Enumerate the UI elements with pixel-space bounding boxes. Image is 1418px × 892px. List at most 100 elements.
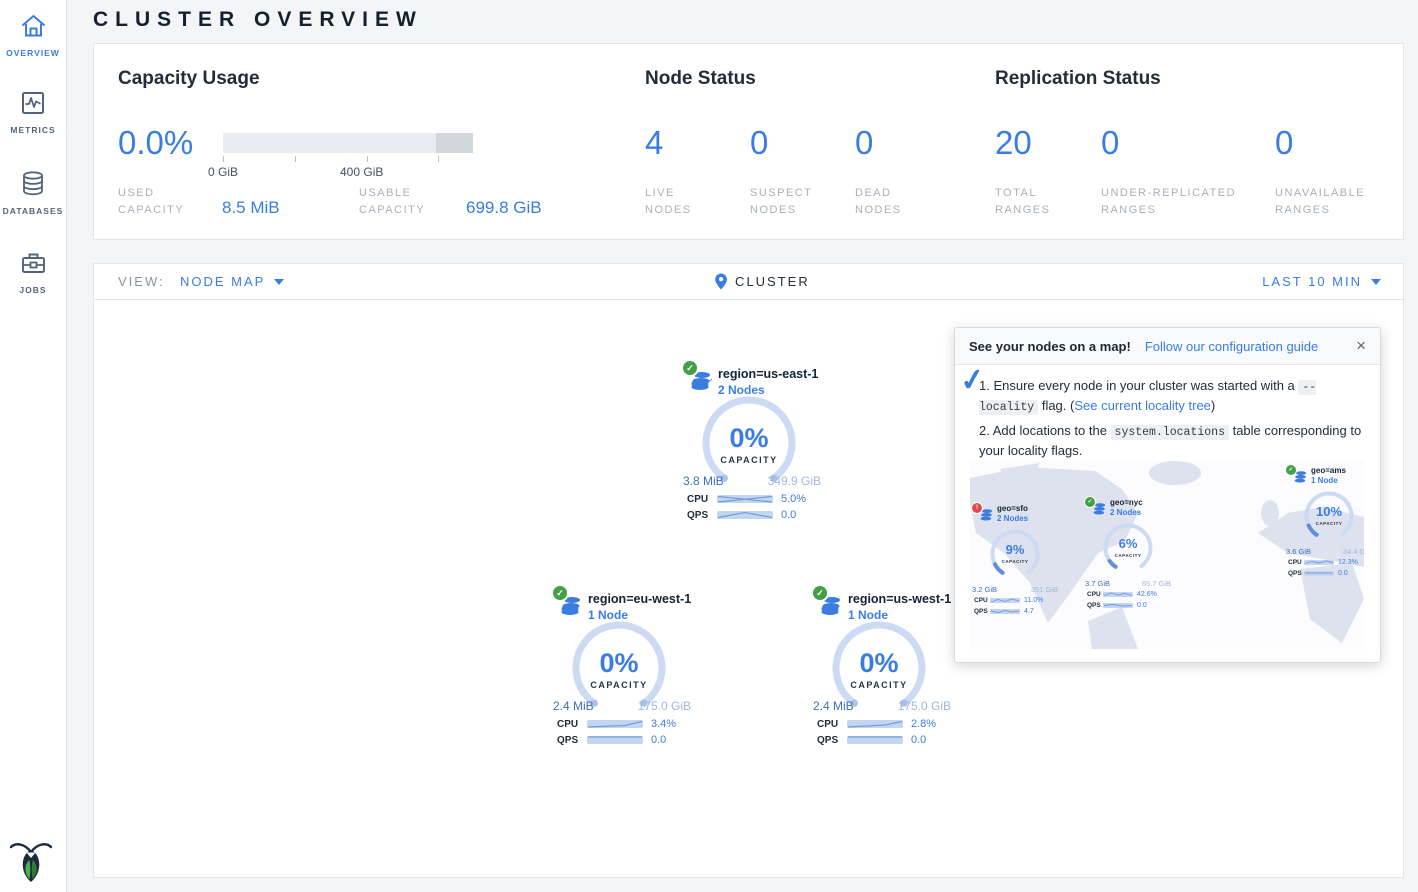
node-map-config-tooltip: See your nodes on a map! Follow our conf… [954, 327, 1381, 663]
usable-capacity-value: 699.8 GiB [466, 198, 542, 218]
location-pin-icon [714, 273, 727, 290]
tooltip-step-1: 1. Ensure every node in your cluster was… [979, 376, 1364, 417]
node-stack-icon [1293, 470, 1308, 490]
capacity-percent: 0% [699, 423, 799, 454]
capacity-gauge: 6% CAPACITY [1101, 521, 1155, 575]
unavailable-ranges-label: UNAVAILABLE RANGES [1275, 185, 1385, 219]
sidebar-item-metrics[interactable]: METRICS [0, 90, 66, 135]
capacity-caption: CAPACITY [569, 680, 669, 690]
warning-badge-icon: ! [972, 503, 982, 513]
used-capacity: 3.7 GiB [1085, 579, 1110, 588]
capacity-percent: 0% [569, 648, 669, 679]
configuration-guide-link[interactable]: Follow our configuration guide [1145, 339, 1318, 354]
step1-text: flag. ( [1038, 398, 1074, 413]
nodes-label: 2 Nodes [997, 514, 1028, 523]
cpu-value: 12.3% [1338, 559, 1358, 566]
cpu-sparkline [717, 493, 773, 505]
cpu-sparkline [587, 718, 643, 730]
total-capacity: 351 GiB [1031, 585, 1058, 594]
sidebar-label-databases: DATABASES [0, 206, 66, 216]
capacity-tick [223, 156, 224, 162]
healthy-check-icon: ✓ [1286, 465, 1296, 475]
sidebar-item-databases[interactable]: DATABASES [0, 170, 66, 216]
total-capacity: 34.4 GiB [1343, 547, 1364, 556]
sidebar: OVERVIEW METRICS DATABASES JOBS [0, 0, 67, 892]
locality-breadcrumb[interactable]: CLUSTER [714, 273, 810, 290]
qps-value: 4.7 [1024, 608, 1034, 615]
region-label: region=eu-west-1 [588, 592, 691, 606]
qps-label: QPS [1288, 570, 1304, 577]
capacity-used-percent: 0.0% [118, 124, 193, 162]
replication-status-heading: Replication Status [995, 68, 1161, 90]
cpu-sparkline [847, 718, 903, 730]
sidebar-label-jobs: JOBS [0, 285, 66, 295]
cpu-sparkline [1304, 559, 1334, 566]
home-icon [20, 13, 47, 44]
database-icon [20, 170, 46, 202]
capacity-tick [367, 156, 368, 162]
locality-breadcrumb-label: CLUSTER [735, 274, 810, 289]
total-ranges-label: TOTAL RANGES [995, 185, 1070, 219]
qps-sparkline [1103, 602, 1133, 609]
total-ranges-value: 20 [995, 124, 1032, 162]
qps-value: 0.0 [651, 734, 666, 746]
used-capacity-value: 8.5 MiB [222, 198, 280, 218]
step-complete-check-icon: ✓ [958, 361, 988, 399]
under-replicated-ranges-value: 0 [1101, 124, 1119, 162]
sidebar-item-overview[interactable]: OVERVIEW [0, 13, 66, 58]
time-range-dropdown[interactable]: LAST 10 MIN [1262, 274, 1381, 289]
step1-text: ) [1211, 398, 1215, 413]
view-bar: VIEW: NODE MAP CLUSTER LAST 10 MIN [93, 263, 1404, 300]
region-label: geo=nyc [1110, 498, 1143, 507]
metrics-icon [20, 90, 46, 121]
used-capacity: 3.6 GiB [1286, 547, 1311, 556]
chevron-down-icon [1371, 279, 1381, 285]
qps-value: 0.0 [911, 734, 926, 746]
qps-label: QPS [687, 510, 717, 521]
dead-nodes-value: 0 [855, 124, 873, 162]
under-replicated-ranges-label: UNDER-REPLICATED RANGES [1101, 185, 1266, 219]
healthy-check-icon: ✓ [1085, 497, 1095, 507]
page-title: CLUSTER OVERVIEW [93, 8, 423, 32]
briefcase-icon [20, 250, 47, 281]
view-selector-dropdown[interactable]: NODE MAP [180, 274, 284, 289]
region-label: region=us-east-1 [718, 367, 818, 381]
node-map-panel: ✓ region=us-east-1 2 Nodes 0% CAPACITY 3… [93, 300, 1404, 878]
cpu-sparkline [990, 597, 1020, 604]
qps-label: QPS [557, 735, 587, 746]
capacity-gauge: 9% CAPACITY [988, 527, 1042, 581]
capacity-bar [223, 133, 473, 153]
capacity-gauge: 10% CAPACITY [1302, 489, 1356, 543]
cpu-label: CPU [1087, 591, 1103, 598]
cpu-label: CPU [687, 494, 717, 505]
sidebar-label-overview: OVERVIEW [0, 48, 66, 58]
capacity-caption: CAPACITY [1101, 553, 1155, 558]
used-capacity: 3.8 MiB [683, 474, 724, 488]
suspect-nodes-label: SUSPECT NODES [750, 185, 830, 219]
qps-label: QPS [817, 735, 847, 746]
cpu-label: CPU [1288, 559, 1304, 566]
cpu-sparkline [1103, 591, 1133, 598]
locality-tree-link[interactable]: See current locality tree [1074, 398, 1211, 413]
capacity-usage-heading: Capacity Usage [118, 68, 260, 90]
cpu-value: 42.6% [1137, 591, 1157, 598]
total-capacity: 349.9 GiB [768, 474, 821, 488]
region-label: region=us-west-1 [848, 592, 951, 606]
qps-sparkline [587, 734, 643, 746]
cpu-value: 11.0% [1024, 597, 1043, 604]
region-label: geo=sfo [997, 504, 1028, 513]
used-capacity: 2.4 MiB [813, 699, 854, 713]
node-status-heading: Node Status [645, 68, 756, 90]
total-capacity: 65.7 GiB [1142, 579, 1171, 588]
tooltip-title: See your nodes on a map! [969, 339, 1131, 354]
cockroachdb-logo [9, 838, 53, 884]
close-icon[interactable]: × [1356, 336, 1366, 356]
cluster-summary-panel: Capacity Usage 0.0% 0 GiB 400 GiB USED C… [93, 43, 1404, 240]
tooltip-steps: 1. Ensure every node in your cluster was… [955, 365, 1380, 460]
capacity-caption: CAPACITY [1302, 521, 1356, 526]
qps-value: 0.0 [1338, 570, 1348, 577]
sidebar-item-jobs[interactable]: JOBS [0, 250, 66, 295]
capacity-percent: 9% [988, 542, 1042, 557]
qps-label: QPS [974, 608, 990, 615]
total-capacity: 175.0 GiB [898, 699, 951, 713]
